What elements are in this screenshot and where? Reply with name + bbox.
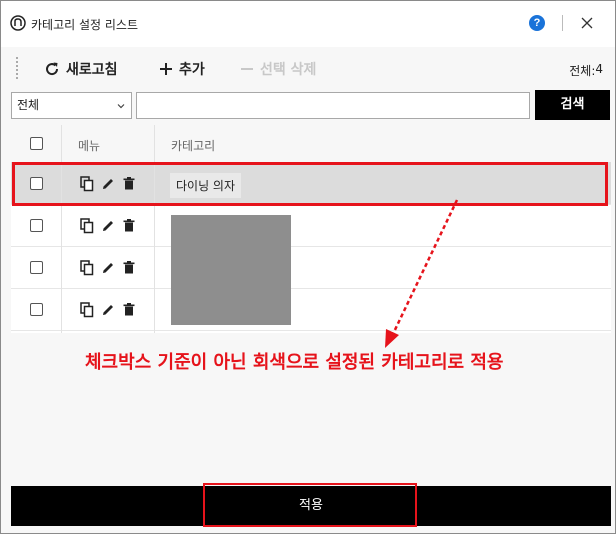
redacted-image-area <box>171 215 291 325</box>
edit-icon[interactable] <box>101 302 115 318</box>
search-input[interactable] <box>136 92 530 119</box>
row-actions <box>80 302 143 318</box>
grid-header: 메뉴 카테고리 <box>11 125 611 163</box>
refresh-icon <box>46 62 59 76</box>
row-actions <box>80 260 143 276</box>
annotation-arrow <box>385 199 459 348</box>
title-bar: 카테고리 설정 리스트 ? <box>1 1 615 47</box>
trash-icon[interactable] <box>122 260 136 276</box>
select-all-checkbox[interactable] <box>30 137 43 150</box>
search-button[interactable]: 검색 <box>535 90 610 120</box>
total-count-value: 4 <box>595 62 603 76</box>
total-label: 전체: <box>569 64 596 78</box>
toolbar: 새로고침 추가 선택 삭제 전체: 4 <box>11 53 607 85</box>
copy-icon[interactable] <box>80 260 94 276</box>
row-actions <box>80 218 143 234</box>
filter-select[interactable]: 전체 <box>11 92 132 119</box>
header-menu: 메뉴 <box>78 139 101 153</box>
plus-icon <box>160 63 172 75</box>
table-row[interactable] <box>11 205 611 247</box>
row-checkbox[interactable] <box>30 219 43 232</box>
refresh-label: 새로고침 <box>66 62 118 78</box>
help-icon[interactable]: ? <box>529 15 545 31</box>
close-icon[interactable] <box>579 15 595 31</box>
copy-icon[interactable] <box>80 218 94 234</box>
column-divider <box>61 125 62 333</box>
table-row[interactable] <box>11 289 611 331</box>
row-checkbox[interactable] <box>30 303 43 316</box>
header-category: 카테고리 <box>171 139 216 153</box>
add-label: 추가 <box>179 62 205 78</box>
selected-row-highlight <box>12 162 608 206</box>
trash-icon[interactable] <box>122 218 136 234</box>
annotation-text: 체크박스 기준이 아닌 회색으로 설정된 카테고리로 적용 <box>85 352 504 373</box>
chevron-down-icon <box>117 104 125 109</box>
table-row[interactable] <box>11 247 611 289</box>
window-title: 카테고리 설정 리스트 <box>31 18 138 32</box>
trash-icon[interactable] <box>122 302 136 318</box>
delete-selected-button[interactable]: 선택 삭제 <box>240 59 316 79</box>
category-settings-window: 카테고리 설정 리스트 ? 새로고침 추가 선택 삭제 전체: 4 전체 검색 … <box>0 0 616 534</box>
category-grid: 메뉴 카테고리 다이닝 의자 <box>11 125 611 333</box>
copy-icon[interactable] <box>80 302 94 318</box>
total-count: 전체: 4 <box>569 62 603 79</box>
apply-button-highlight <box>203 483 417 527</box>
add-button[interactable]: 추가 <box>159 59 205 79</box>
column-divider <box>154 125 155 333</box>
delete-label: 선택 삭제 <box>260 62 317 78</box>
title-divider <box>562 15 563 31</box>
filter-select-value: 전체 <box>17 98 40 112</box>
app-icon <box>10 15 26 31</box>
refresh-button[interactable]: 새로고침 <box>44 59 118 79</box>
edit-icon[interactable] <box>101 260 115 276</box>
minus-icon <box>241 68 253 70</box>
edit-icon[interactable] <box>101 218 115 234</box>
row-checkbox[interactable] <box>30 261 43 274</box>
toolbar-grip <box>16 57 18 79</box>
